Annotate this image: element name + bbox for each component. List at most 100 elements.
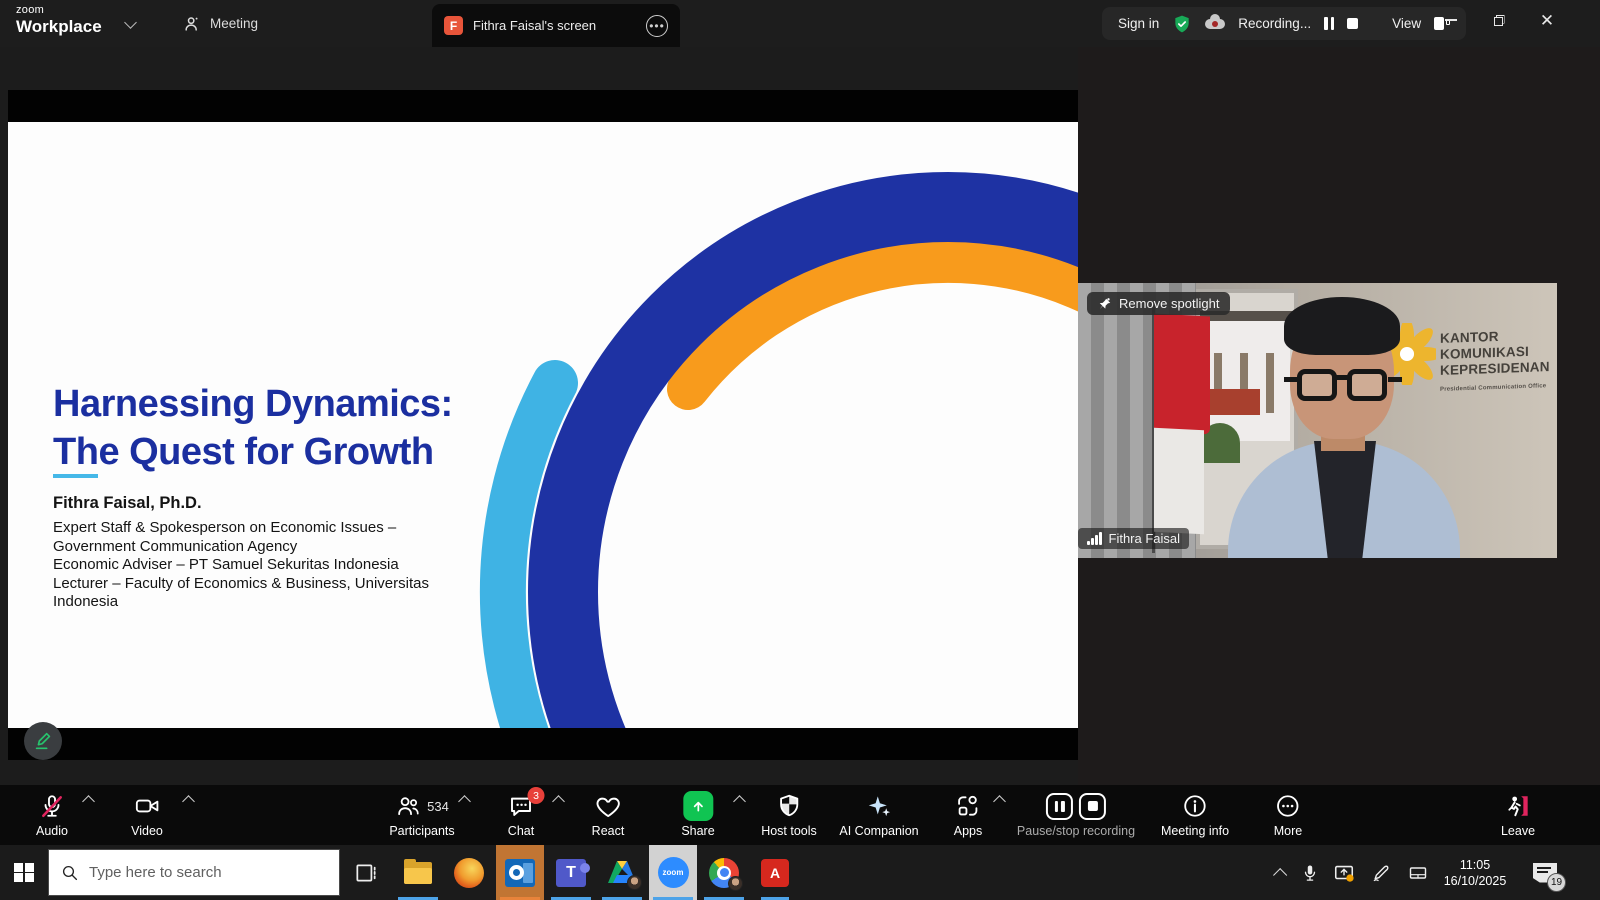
tab-options-ellipsis-icon[interactable]: ••• [646,15,668,37]
tray-screen-share[interactable] [1326,845,1362,900]
remove-spotlight-button[interactable]: Remove spotlight [1087,292,1230,315]
tab-shared-screen[interactable]: F Fithra Faisal's screen ••• [432,4,680,47]
chevron-up-icon [1273,868,1287,882]
taskbar-outlook[interactable] [496,845,544,900]
participants-button[interactable]: 534 Participants [389,791,454,838]
tab-meeting[interactable]: Meeting [172,0,268,47]
presenter-bio: Fithra Faisal, Ph.D. Expert Staff & Spok… [53,494,429,612]
taskbar-teams[interactable]: T [547,845,595,900]
stop-recording-icon[interactable] [1347,18,1358,29]
host-tools-button[interactable]: Host tools [761,791,817,838]
react-label: React [592,824,625,838]
tray-show-hidden-icons[interactable] [1262,845,1294,900]
share-button[interactable]: Share [681,791,714,838]
react-button[interactable]: React [592,791,625,838]
shield-icon [776,793,802,819]
clock-time: 11:05 [1460,857,1490,873]
more-button[interactable]: More [1274,791,1302,838]
acrobat-icon: A [761,859,789,887]
stop-recording-icon[interactable] [1079,793,1106,820]
sign-in-button[interactable]: Sign in [1118,16,1159,31]
action-center-button[interactable]: 19 [1522,845,1568,900]
start-button[interactable] [0,845,48,900]
participants-options-chevron[interactable] [458,795,471,808]
ai-companion-button[interactable]: AI Companion [839,791,918,838]
pause-stop-recording-button[interactable]: Pause/stop recording [1017,791,1135,838]
taskbar-firefox[interactable] [445,845,493,900]
recording-status-label: Recording... [1238,16,1311,31]
cloud-recording-icon [1205,17,1225,31]
pause-recording-icon[interactable] [1324,17,1334,30]
participant-video-tile[interactable]: KANTOR KOMUNIKASI KEPRESIDENAN President… [1078,283,1557,558]
letterbox-top [8,90,1078,122]
audio-options-chevron[interactable] [82,795,95,808]
chat-label: Chat [508,824,534,838]
bio-line-1: Expert Staff & Spokesperson on Economic … [53,519,429,538]
pin-icon [1098,297,1112,311]
tab-shared-screen-label: Fithra Faisal's screen [473,18,636,33]
video-button[interactable]: Video [131,791,163,838]
leave-button[interactable]: Leave [1501,791,1535,838]
annotate-button[interactable] [24,722,62,760]
share-label: Share [681,824,714,838]
close-button[interactable]: ✕ [1524,0,1570,40]
workspace-dropdown-chevron-icon[interactable] [124,16,137,29]
security-shield-icon[interactable] [1172,14,1192,34]
minimize-button[interactable] [1428,0,1474,40]
participant-person [1078,283,1557,558]
slide-title-line2: e Quest for Growth [98,431,433,473]
presentation-slide: Harnessing Dynamics: The Quest for Growt… [8,122,1078,728]
clock-date: 16/10/2025 [1444,873,1507,889]
chat-button[interactable]: 3 Chat [508,791,535,838]
bio-line-5: Indonesia [53,593,429,612]
apps-button[interactable]: Apps [954,791,983,838]
windows-logo-icon [14,863,34,883]
zoom-app-icon: zoom [658,857,689,888]
restore-button[interactable] [1476,0,1522,40]
meeting-person-icon [182,14,202,34]
ai-sparkle-icon [866,793,893,820]
tray-touchpad[interactable] [1400,845,1436,900]
task-view-icon [353,860,379,886]
logo-text-workplace: Workplace [16,18,102,35]
participants-count: 534 [427,799,449,814]
info-icon [1182,793,1208,819]
share-options-chevron[interactable] [733,795,746,808]
google-drive-icon [606,859,638,887]
taskbar-search[interactable] [48,849,340,896]
view-button[interactable]: View [1392,16,1421,31]
taskbar-acrobat[interactable]: A [751,845,799,900]
taskbar-zoom[interactable]: zoom [649,845,697,900]
tray-screen-icon [1332,862,1356,884]
file-explorer-icon [404,862,432,884]
taskbar-google-drive[interactable] [598,845,646,900]
tray-pen[interactable] [1364,845,1398,900]
search-input[interactable] [89,864,309,881]
taskbar-clock[interactable]: 11:05 16/10/2025 [1436,845,1514,900]
notification-count-badge: 19 [1547,873,1566,892]
pause-stop-label: Pause/stop recording [1017,824,1135,838]
apps-options-chevron[interactable] [993,795,1006,808]
task-view-button[interactable] [342,845,390,900]
tray-microphone[interactable] [1294,845,1326,900]
glasses [1297,369,1389,403]
chat-options-chevron[interactable] [552,795,565,808]
heart-icon [595,793,622,820]
taskbar-file-explorer[interactable] [394,845,442,900]
apps-label: Apps [954,824,983,838]
camera-icon [133,793,161,819]
search-icon [61,864,79,882]
meeting-info-label: Meeting info [1161,824,1229,838]
chat-unread-badge: 3 [528,787,545,804]
share-screen-icon [683,791,713,821]
ai-companion-label: AI Companion [839,824,918,838]
audio-button[interactable]: Audio [36,791,68,838]
tab-meeting-label: Meeting [210,16,258,31]
video-options-chevron[interactable] [182,795,195,808]
taskbar-chrome[interactable] [700,845,748,900]
host-tools-label: Host tools [761,824,817,838]
meeting-info-button[interactable]: Meeting info [1161,791,1229,838]
bio-line-3: Economic Adviser – PT Samuel Sekuritas I… [53,556,429,575]
participants-label: Participants [389,824,454,838]
pause-recording-icon[interactable] [1046,793,1073,820]
